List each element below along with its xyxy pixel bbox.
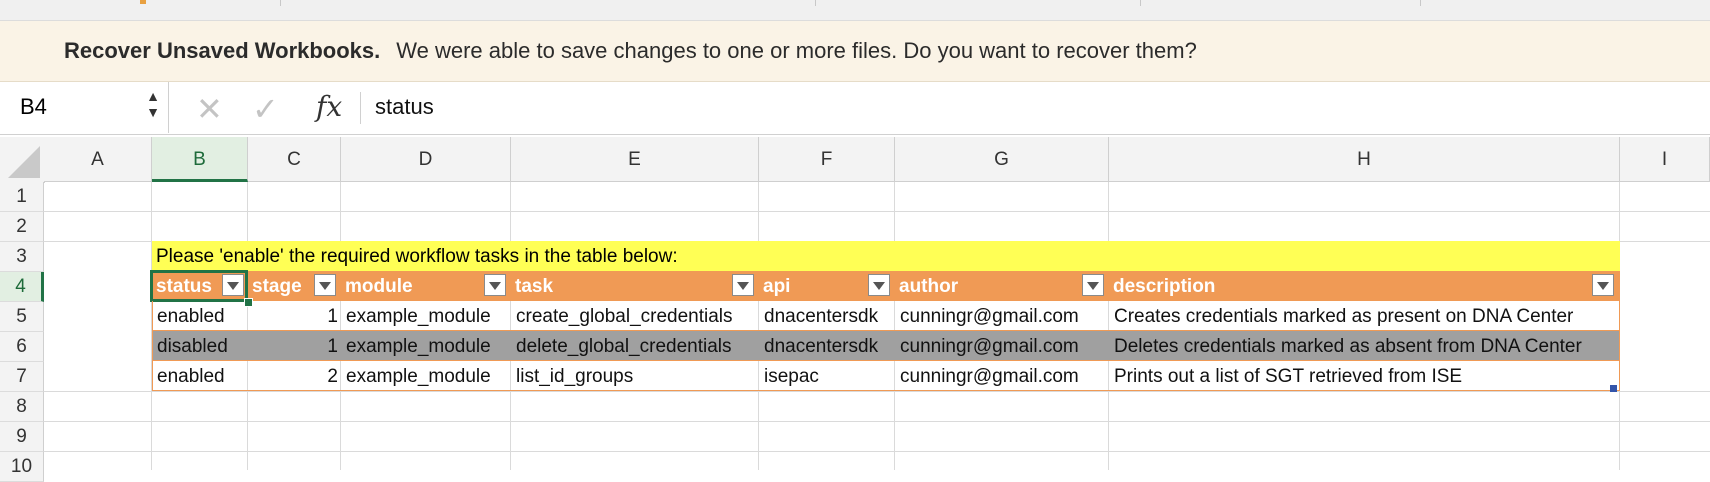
- cell-stage[interactable]: 2: [249, 361, 342, 391]
- row-header-10[interactable]: 10: [0, 452, 44, 482]
- function-icon[interactable]: fx: [316, 90, 342, 123]
- row-header-1[interactable]: 1: [0, 182, 44, 212]
- row-header-2[interactable]: 2: [0, 212, 44, 242]
- close-icon[interactable]: ✕: [196, 90, 223, 128]
- table-row: enabled 2 example_module list_id_groups …: [152, 361, 1620, 391]
- gridline: [44, 391, 1710, 392]
- gridline: [44, 211, 1710, 212]
- name-box-stepper-icon[interactable]: ▲ ▼: [146, 88, 160, 120]
- header-label: status: [156, 276, 212, 297]
- tab-divider: [1140, 0, 1141, 6]
- header-label: author: [899, 276, 959, 297]
- table-resize-handle[interactable]: [1610, 385, 1617, 392]
- cell-author[interactable]: cunningr@gmail.com: [896, 301, 1110, 331]
- formula-bar-divider: [360, 92, 361, 124]
- header-label: module: [345, 276, 413, 297]
- tab-divider: [280, 0, 281, 6]
- cell-module[interactable]: example_module: [342, 331, 512, 361]
- window-top-strip: [0, 0, 1710, 21]
- recover-workbooks-banner: Recover Unsaved Workbooks. We were able …: [0, 21, 1710, 82]
- cell-api[interactable]: dnacentersdk: [760, 301, 896, 331]
- instruction-text: Please 'enable' the required workflow ta…: [156, 246, 678, 267]
- cell-status[interactable]: enabled: [153, 361, 249, 391]
- cell-author[interactable]: cunningr@gmail.com: [896, 361, 1110, 391]
- header-label: api: [763, 276, 791, 297]
- cell-description[interactable]: Creates credentials marked as present on…: [1110, 301, 1621, 331]
- table-header-description[interactable]: description: [1109, 271, 1620, 301]
- instruction-cell[interactable]: Please 'enable' the required workflow ta…: [152, 241, 1620, 271]
- cell-module[interactable]: example_module: [342, 301, 512, 331]
- tab-divider: [1420, 0, 1421, 6]
- filter-dropdown-icon[interactable]: [1082, 274, 1104, 296]
- cell-api[interactable]: isepac: [760, 361, 896, 391]
- column-header-e[interactable]: E: [511, 137, 759, 182]
- filter-dropdown-icon[interactable]: [222, 274, 244, 296]
- header-label: description: [1113, 276, 1216, 297]
- row-header-7[interactable]: 7: [0, 362, 44, 392]
- column-header-d[interactable]: D: [341, 137, 511, 182]
- formula-bar: B4 ▲ ▼ ✕ ✓ fx status: [0, 82, 1710, 135]
- gridline: [44, 421, 1710, 422]
- table-row: enabled 1 example_module create_global_c…: [152, 301, 1620, 331]
- column-header-h[interactable]: H: [1109, 137, 1620, 182]
- cell-task[interactable]: delete_global_credentials: [512, 331, 760, 361]
- banner-message: We were able to save changes to one or m…: [396, 38, 1197, 63]
- cell-status[interactable]: disabled: [153, 331, 249, 361]
- cell-task[interactable]: list_id_groups: [512, 361, 760, 391]
- column-header-c[interactable]: C: [248, 137, 341, 182]
- table-row: disabled 1 example_module delete_global_…: [152, 331, 1620, 361]
- tab-divider: [815, 0, 816, 6]
- cell-author[interactable]: cunningr@gmail.com: [896, 331, 1110, 361]
- formula-input[interactable]: status: [375, 94, 434, 120]
- select-all-button[interactable]: [0, 137, 45, 183]
- row-header-6[interactable]: 6: [0, 332, 44, 362]
- filter-dropdown-icon[interactable]: [1592, 274, 1614, 296]
- banner-title: Recover Unsaved Workbooks.: [64, 38, 381, 63]
- row-header-8[interactable]: 8: [0, 392, 44, 422]
- column-header-b[interactable]: B: [152, 137, 248, 182]
- column-header-a[interactable]: A: [44, 137, 152, 182]
- column-header-i[interactable]: I: [1620, 137, 1710, 182]
- row-header-9[interactable]: 9: [0, 422, 44, 452]
- cell-module[interactable]: example_module: [342, 361, 512, 391]
- tab-indicator: [140, 0, 146, 4]
- column-header-f[interactable]: F: [759, 137, 895, 182]
- select-all-triangle-icon: [8, 146, 40, 178]
- table-header-author[interactable]: author: [895, 271, 1109, 301]
- table-header-row: status stage module task api author desc…: [152, 271, 1620, 301]
- cell-description[interactable]: Prints out a list of SGT retrieved from …: [1110, 361, 1621, 391]
- cell-task[interactable]: create_global_credentials: [512, 301, 760, 331]
- name-box[interactable]: B4 ▲ ▼: [0, 82, 169, 133]
- cell-stage[interactable]: 1: [249, 331, 342, 361]
- cell-stage[interactable]: 1: [249, 301, 342, 331]
- filter-dropdown-icon[interactable]: [484, 274, 506, 296]
- check-icon[interactable]: ✓: [252, 90, 279, 128]
- row-header-4[interactable]: 4: [0, 272, 44, 302]
- filter-dropdown-icon[interactable]: [868, 274, 890, 296]
- cell-api[interactable]: dnacentersdk: [760, 331, 896, 361]
- filter-dropdown-icon[interactable]: [732, 274, 754, 296]
- cell-status[interactable]: enabled: [153, 301, 249, 331]
- column-header-g[interactable]: G: [895, 137, 1109, 182]
- row-header-3[interactable]: 3: [0, 242, 44, 272]
- row-header-5[interactable]: 5: [0, 302, 44, 332]
- header-label: stage: [252, 276, 302, 297]
- name-box-value: B4: [20, 94, 47, 119]
- gridline: [44, 451, 1710, 452]
- filter-dropdown-icon[interactable]: [314, 274, 336, 296]
- cell-description[interactable]: Deletes credentials marked as absent fro…: [1110, 331, 1621, 361]
- header-label: task: [515, 276, 554, 297]
- table-header-task[interactable]: task: [511, 271, 759, 301]
